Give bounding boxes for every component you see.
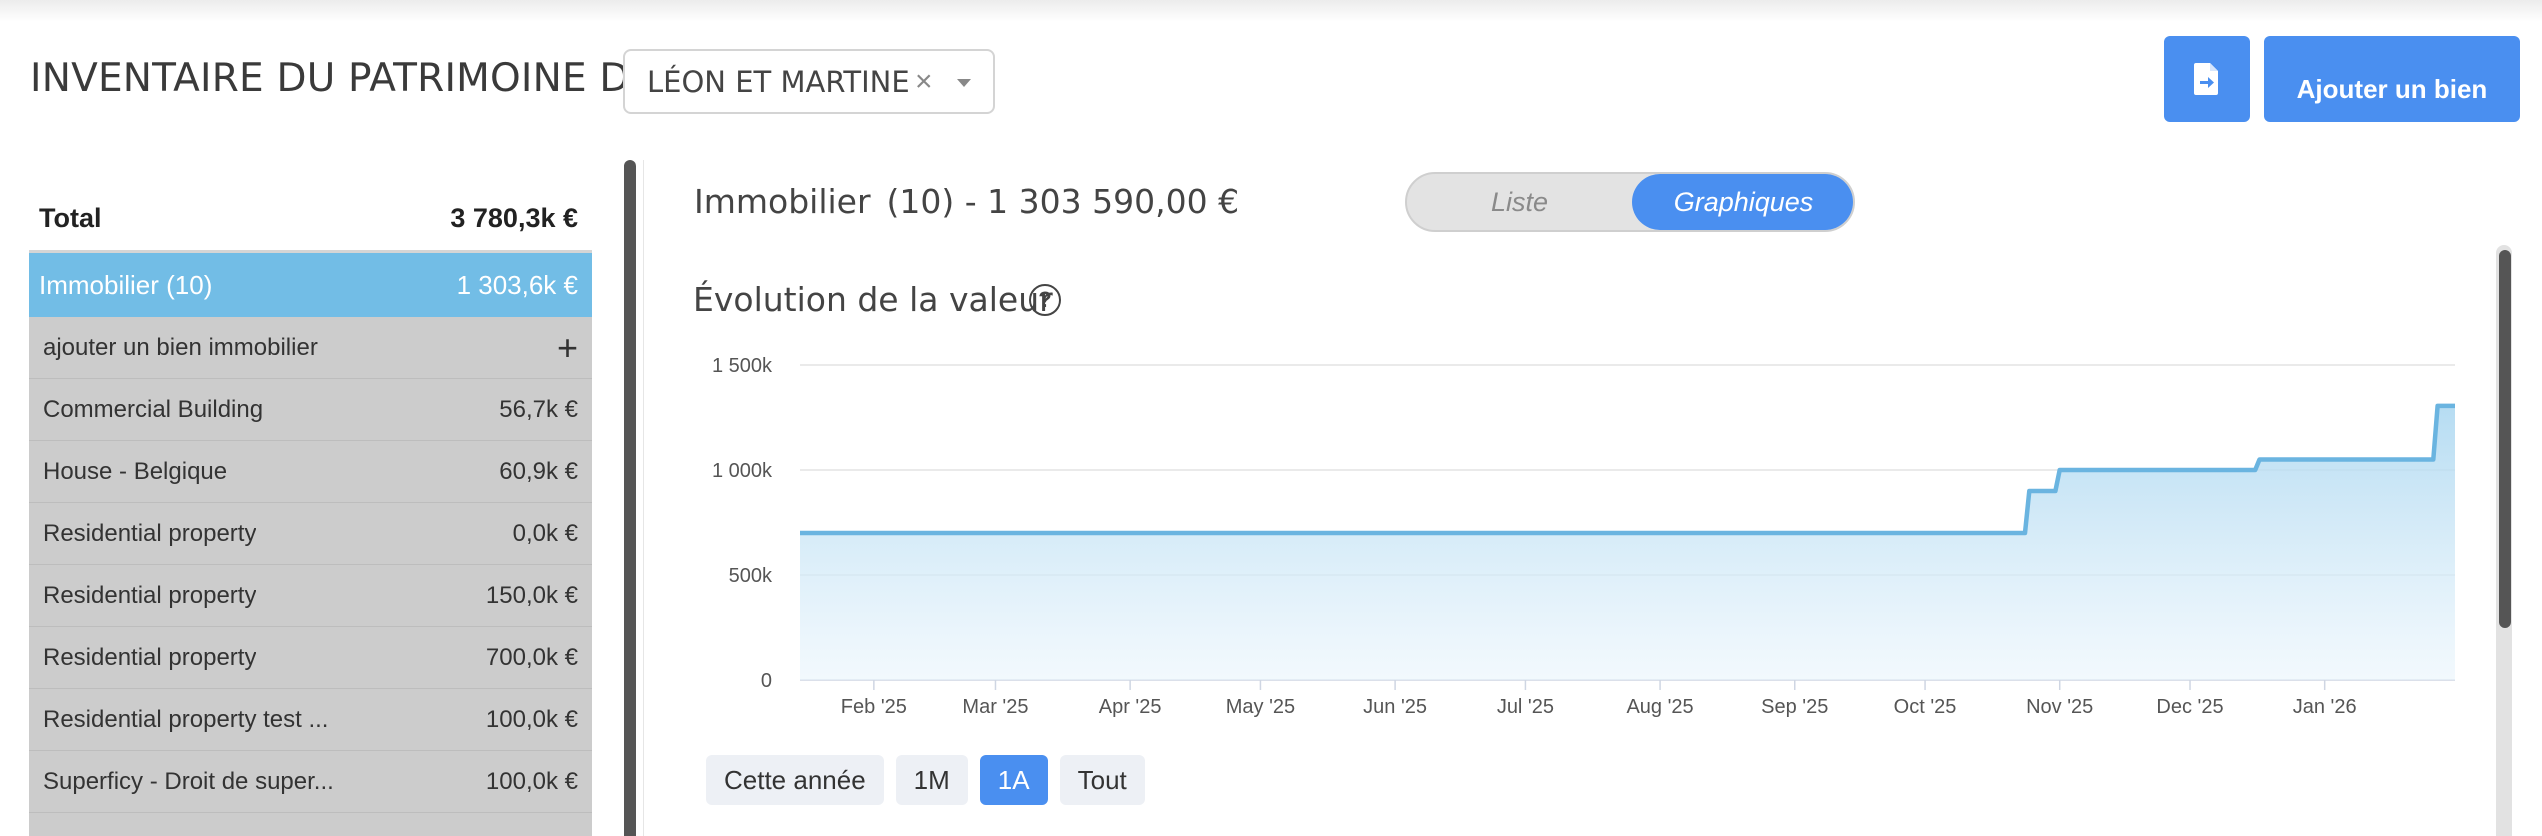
asset-row[interactable]: Superficy - Droit de super... 100,0k € [29,751,592,813]
chevron-down-icon[interactable] [957,79,971,87]
range-selector: Cette année 1M 1A Tout [706,755,1145,805]
asset-value: 56,7k € [499,395,578,423]
chart-title: Évolution de la valeur [693,280,1053,319]
page-title: INVENTAIRE DU PATRIMOINE DE [30,56,655,101]
asset-row-partial[interactable] [29,813,592,836]
asset-value: 0,0k € [512,519,578,547]
asset-value: 100,0k € [485,705,578,733]
right-panel-scrollbar-thumb[interactable] [2499,250,2511,628]
clear-icon[interactable]: × [915,65,933,99]
client-select-value: LÉON ET MARTINE [647,64,910,99]
asset-name: Residential property [43,581,257,609]
total-value: 3 780,3k € [450,203,578,233]
category-value: 1 303,6k € [456,269,578,300]
tab-graphiques[interactable]: Graphiques [1632,174,1853,230]
asset-name: Superficy - Droit de super... [43,767,334,795]
x-tick-label: Apr '25 [1099,696,1162,718]
asset-row[interactable]: Commercial Building 56,7k € [29,379,592,441]
export-document-button[interactable] [2164,36,2250,122]
y-tick-label: 0 [761,670,772,692]
chart-svg: 0 500k 1 000k 1 500k Feb '25 Mar '25 Apr '25 Ma… [712,355,2455,718]
asset-value: 700,0k € [485,643,578,671]
asset-value: 60,9k € [499,457,578,485]
x-tick-label: Nov '25 [2026,696,2093,718]
left-panel-scrollbar[interactable] [624,160,636,836]
x-tick-label: Feb '25 [841,696,907,718]
asset-row[interactable]: Residential property 150,0k € [29,565,592,627]
client-select[interactable]: LÉON ET MARTINE × [623,49,995,114]
x-tick-label: Aug '25 [1626,696,1693,718]
add-asset-button-label: Ajouter un bien [2296,73,2488,104]
asset-name: Commercial Building [43,395,264,423]
category-row-real-estate[interactable]: Immobilier (10) 1 303,6k € [29,253,592,317]
panel-divider [643,160,644,836]
section-title: Immobilier (10) - 1 303 590,00 € [694,182,1239,221]
top-shadow [0,0,2542,22]
file-export-icon [2194,63,2218,95]
y-tick-label: 1 000k [712,460,773,482]
category-label: Immobilier (10) [39,269,213,300]
section-count: (10) - 1 303 590,00 € [886,182,1240,221]
x-tick-label: May '25 [1226,696,1295,718]
asset-name: Residential property test ... [43,705,329,733]
section-label: Immobilier [694,182,871,221]
add-real-estate-row[interactable]: ajouter un bien immobilier + [29,317,592,379]
x-tick-label: Dec '25 [2156,696,2223,718]
range-all-button[interactable]: Tout [1059,755,1145,805]
add-real-estate-label: ajouter un bien immobilier [43,333,318,361]
series-area [800,405,2455,680]
x-tick-label: Sep '25 [1761,696,1828,718]
asset-value: 100,0k € [485,767,578,795]
help-icon[interactable]: ? [1029,284,1061,316]
asset-name: House - Belgique [43,457,228,485]
asset-row[interactable]: Residential property 0,0k € [29,503,592,565]
x-tick-label: Mar '25 [962,696,1028,718]
range-1y-button[interactable]: 1A [979,755,1048,805]
x-tick-label: Jul '25 [1497,696,1554,718]
plus-icon: + [556,326,578,368]
asset-row[interactable]: Residential property test ... 100,0k € [29,689,592,751]
x-tick-label: Oct '25 [1894,696,1957,718]
asset-name: Residential property [43,519,257,547]
asset-value: 150,0k € [485,581,578,609]
asset-summary-panel: Total 3 780,3k € Immobilier (10) 1 303,6… [29,187,592,836]
total-label: Total [39,203,102,233]
tab-liste[interactable]: Liste [1407,174,1632,230]
total-row: Total 3 780,3k € [29,187,592,253]
value-evolution-chart: 0 500k 1 000k 1 500k Feb '25 Mar '25 Apr '25 Ma… [680,340,2460,720]
y-tick-label: 500k [729,565,773,587]
range-this-year-button[interactable]: Cette année [706,755,884,805]
asset-row[interactable]: House - Belgique 60,9k € [29,441,592,503]
range-1m-button[interactable]: 1M [895,755,968,805]
x-tick-label: Jan '26 [2293,696,2357,718]
asset-name: Residential property [43,643,257,671]
y-tick-label: 1 500k [712,355,773,377]
add-asset-button[interactable]: Ajouter un bien [2264,36,2520,122]
view-toggle[interactable]: Liste Graphiques [1405,172,1855,232]
asset-row[interactable]: Residential property 700,0k € [29,627,592,689]
x-tick-label: Jun '25 [1363,696,1427,718]
